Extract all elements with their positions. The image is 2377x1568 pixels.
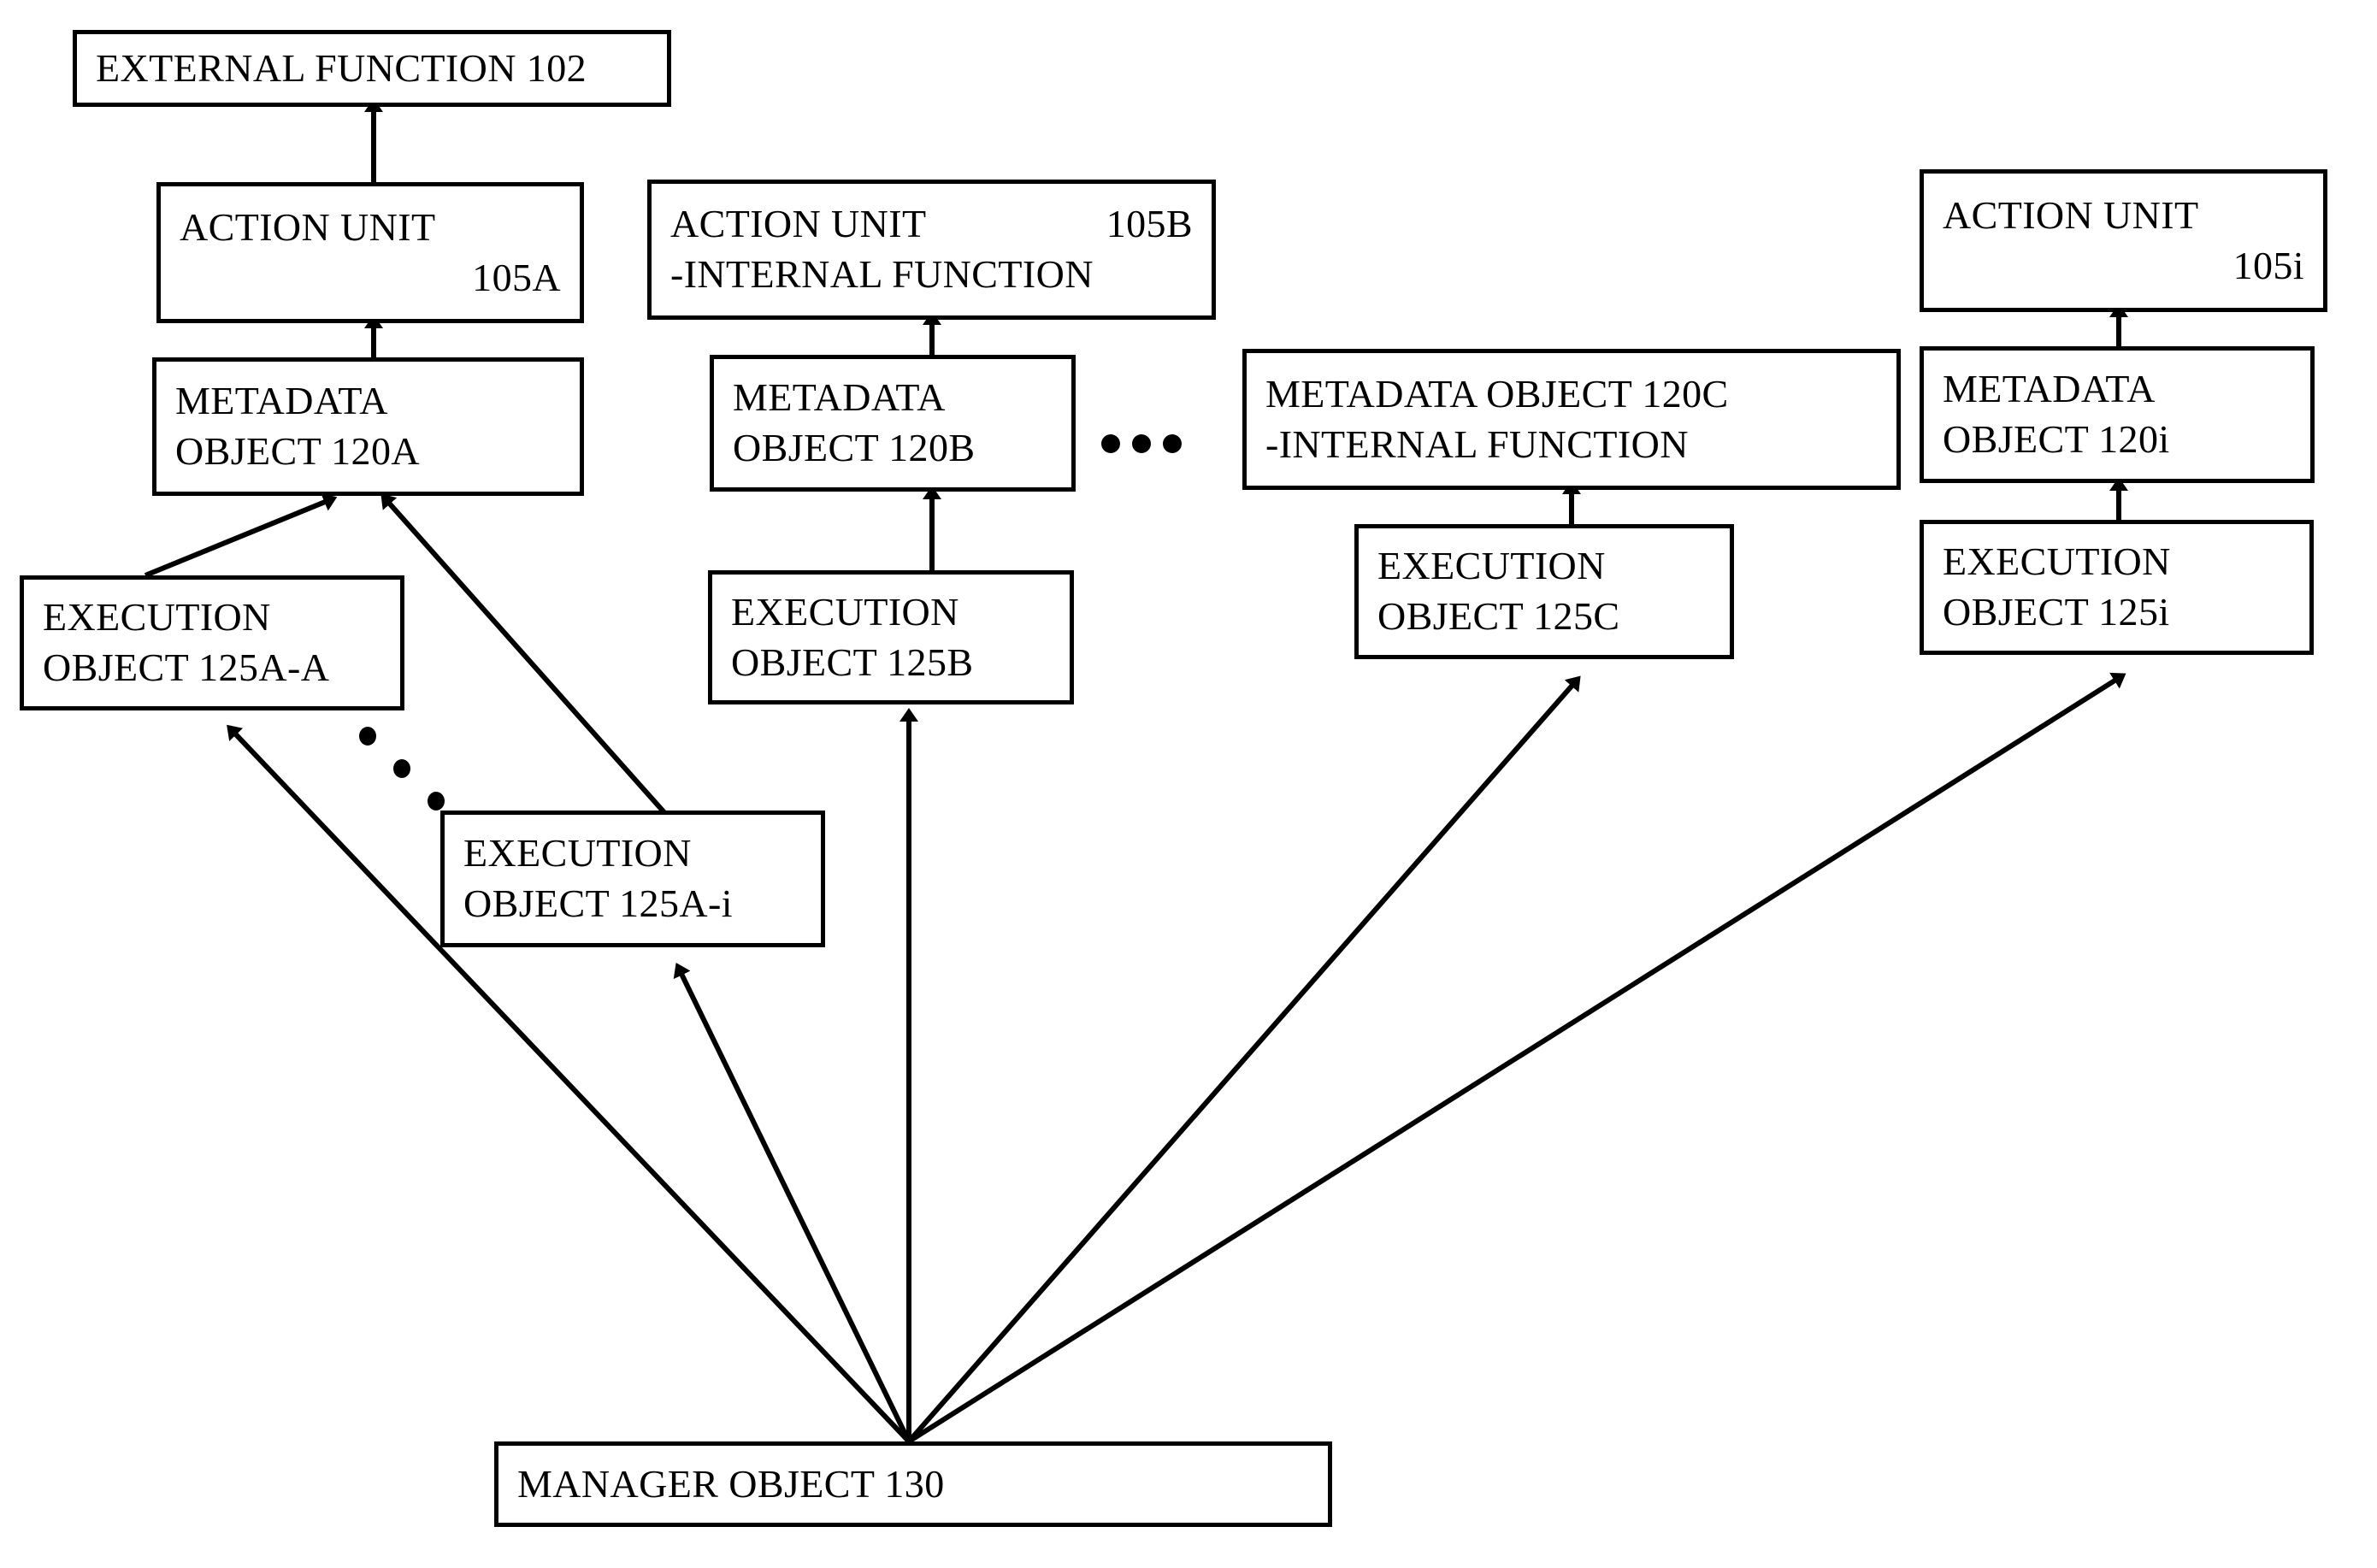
node-execution-object-c[interactable]: EXECUTION OBJECT 125C — [1354, 524, 1734, 659]
action-unit-b-subtitle: -INTERNAL FUNCTION — [670, 252, 1094, 296]
execution-aa-line2: OBJECT 125A-A — [43, 645, 330, 689]
action-unit-i-ref: 105i — [2232, 243, 2304, 287]
ellipsis-dot — [1163, 434, 1182, 453]
action-unit-b-ref: 105B — [1106, 202, 1193, 246]
execution-ai-line2: OBJECT 125A-i — [463, 881, 733, 925]
node-execution-object-b[interactable]: EXECUTION OBJECT 125B — [708, 570, 1074, 704]
ellipsis-between-execution-aa-and-ai — [359, 727, 462, 821]
node-action-unit-i[interactable]: ACTION UNIT 105i — [1920, 169, 2327, 312]
node-execution-object-i[interactable]: EXECUTION OBJECT 125i — [1920, 520, 2314, 655]
metadata-c-line1: METADATA OBJECT 120C — [1265, 371, 1729, 416]
node-metadata-object-b[interactable]: METADATA OBJECT 120B — [710, 355, 1076, 492]
action-unit-i-label: ACTION UNIT — [1943, 192, 2199, 237]
node-execution-object-ai[interactable]: EXECUTION OBJECT 125A-i — [440, 811, 825, 947]
metadata-a-line1: METADATA — [175, 379, 388, 423]
arrow-manager-to-execution-i — [907, 672, 2126, 1444]
node-metadata-object-c[interactable]: METADATA OBJECT 120C -INTERNAL FUNCTION — [1242, 349, 1901, 490]
execution-c-line2: OBJECT 125C — [1377, 594, 1620, 638]
action-unit-a-ref: 105A — [472, 255, 561, 299]
metadata-i-line2: OBJECT 120i — [1943, 417, 2170, 461]
execution-i-line2: OBJECT 125i — [1943, 590, 2170, 634]
node-metadata-object-i[interactable]: METADATA OBJECT 120i — [1920, 346, 2315, 483]
metadata-b-line1: METADATA — [733, 375, 946, 420]
external-function-label: EXTERNAL FUNCTION 102 — [96, 45, 587, 90]
execution-c-line1: EXECUTION — [1377, 544, 1606, 588]
metadata-b-line2: OBJECT 120B — [733, 426, 976, 469]
node-metadata-object-a[interactable]: METADATA OBJECT 120A — [152, 357, 584, 496]
node-manager-object[interactable]: MANAGER OBJECT 130 — [494, 1441, 1332, 1527]
arrow-manager-to-execution-c — [906, 675, 1581, 1443]
ellipsis-dot — [359, 727, 376, 746]
arrow-execution-aa-to-metadata-a — [144, 493, 338, 578]
execution-i-line1: EXECUTION — [1943, 539, 2171, 584]
execution-b-line2: OBJECT 125B — [731, 640, 974, 684]
node-execution-object-aa[interactable]: EXECUTION OBJECT 125A-A — [20, 575, 404, 710]
ellipsis-dot — [428, 792, 445, 811]
ellipsis-dot — [1132, 434, 1151, 453]
execution-b-line1: EXECUTION — [731, 589, 959, 634]
ellipsis-between-metadata-b-and-c — [1101, 434, 1182, 453]
execution-aa-line1: EXECUTION — [43, 595, 271, 640]
ellipsis-dot — [1101, 434, 1120, 453]
node-action-unit-b[interactable]: ACTION UNIT 105B -INTERNAL FUNCTION — [647, 180, 1216, 320]
ellipsis-dot — [393, 759, 410, 778]
action-unit-b-header: ACTION UNIT 105B — [670, 199, 1193, 250]
figure-canvas: EXTERNAL FUNCTION 102 ACTION UNIT 105A A… — [0, 0, 2377, 1568]
action-unit-b-label: ACTION UNIT — [670, 202, 927, 246]
node-external-function[interactable]: EXTERNAL FUNCTION 102 — [73, 30, 671, 107]
manager-object-label: MANAGER OBJECT 130 — [517, 1461, 945, 1506]
arrow-manager-to-execution-ai — [673, 963, 911, 1443]
metadata-a-line2: OBJECT 120A — [175, 429, 420, 473]
node-action-unit-a[interactable]: ACTION UNIT 105A — [156, 182, 584, 323]
metadata-c-line2: -INTERNAL FUNCTION — [1265, 421, 1689, 466]
metadata-i-line1: METADATA — [1943, 367, 2156, 411]
action-unit-a-label: ACTION UNIT — [180, 204, 436, 249]
execution-ai-line1: EXECUTION — [463, 831, 692, 875]
